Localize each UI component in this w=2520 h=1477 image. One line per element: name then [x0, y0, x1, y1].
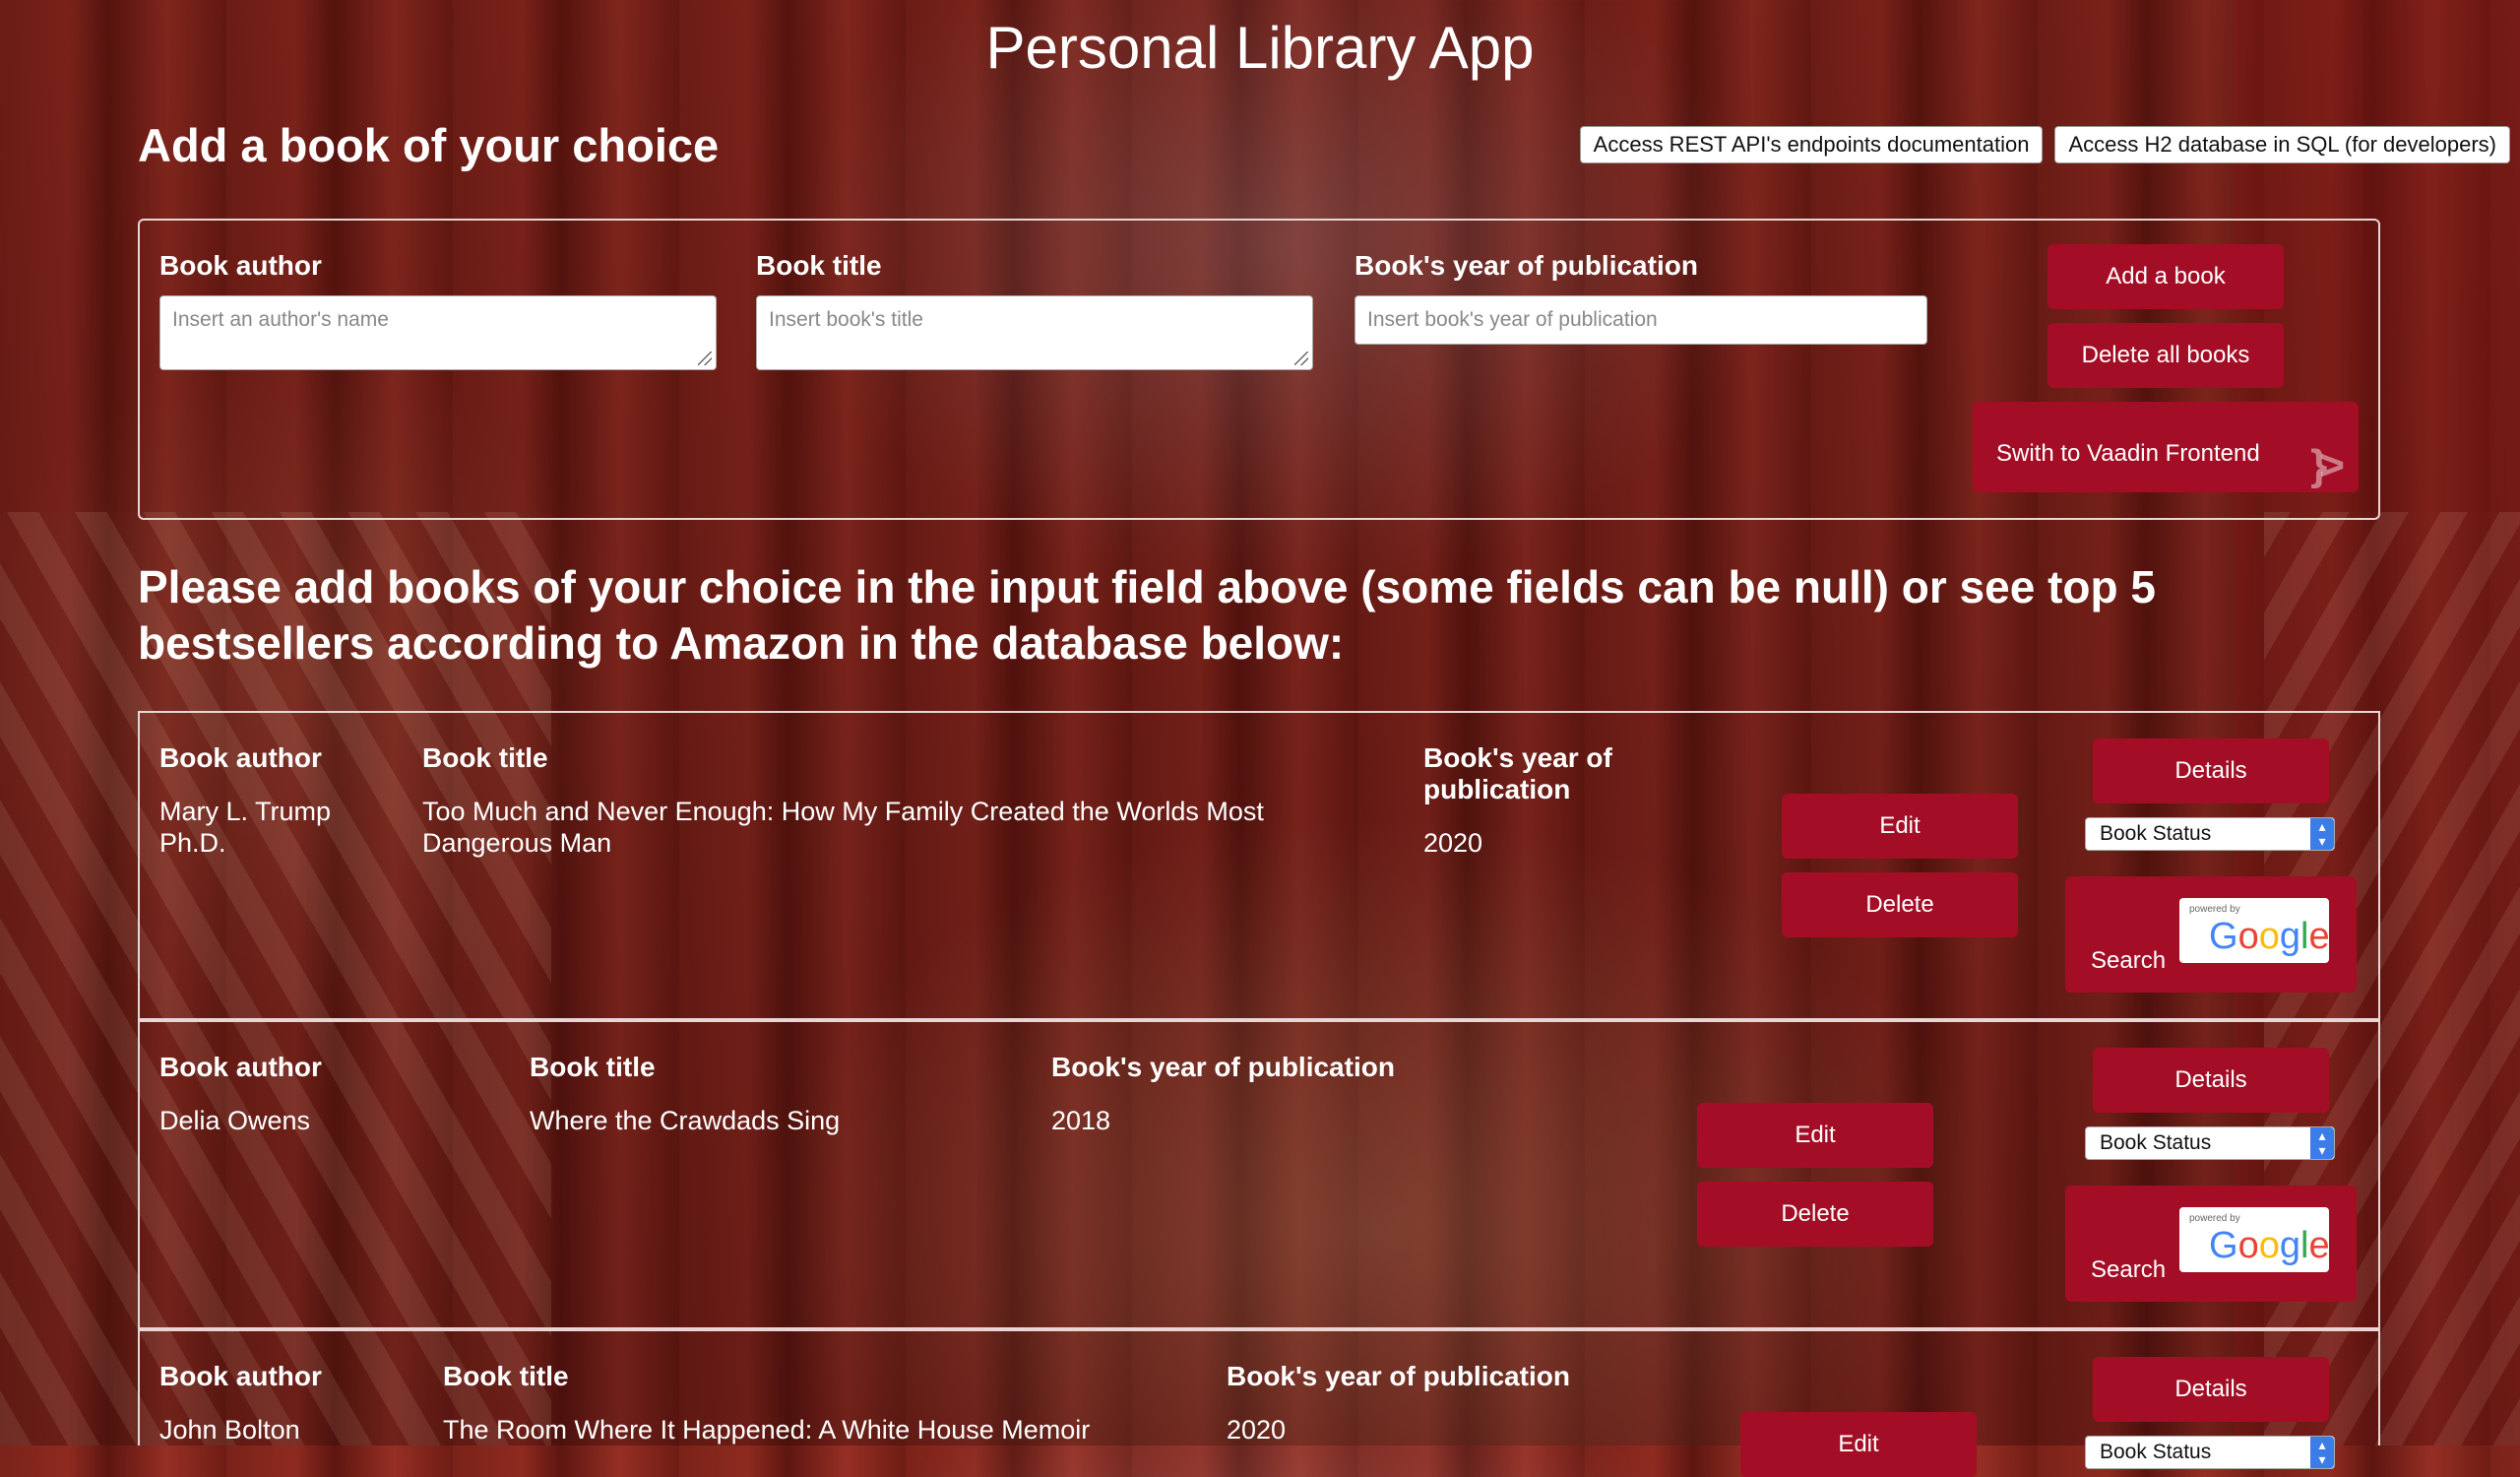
powered-by-text: powered by — [2189, 1213, 2240, 1224]
author-field-label: Book author — [159, 250, 322, 281]
edit-book-button[interactable]: Edit — [1740, 1412, 1977, 1477]
title-input[interactable]: Insert book's title — [756, 295, 1313, 370]
details-button[interactable]: Details — [2093, 1357, 2329, 1422]
google-search-button[interactable]: powered by Google Search — [2065, 1186, 2357, 1302]
resize-handle-icon[interactable] — [698, 352, 712, 365]
year-input[interactable]: Insert book's year of publication — [1354, 295, 1927, 345]
add-book-form: Book author Insert an author's name Book… — [138, 219, 2380, 520]
powered-by-google-badge: powered by Google — [2179, 1207, 2330, 1272]
book-status-select[interactable]: Book Status ▴ ▾ — [2085, 817, 2335, 851]
book-year-column: Book's year of publication 2020 — [1423, 742, 1670, 859]
book-status-value: Book Status — [2100, 1131, 2212, 1154]
book-author-label: Book author — [159, 1361, 322, 1391]
book-status-value: Book Status — [2100, 1441, 2212, 1463]
delete-book-button[interactable]: Delete — [1782, 872, 2018, 937]
book-author-column: Book author Delia Owens — [159, 1052, 455, 1136]
book-year-label: Book's year of publication — [1051, 1052, 1395, 1082]
book-year-value: 2018 — [1051, 1106, 1111, 1135]
add-book-heading: Add a book of your choice — [138, 119, 720, 171]
book-title-label: Book title — [443, 1361, 569, 1391]
intro-text: Please add books of your choice in the i… — [138, 561, 2156, 669]
details-button[interactable]: Details — [2093, 738, 2329, 803]
book-author-value: Mary L. Trump Ph.D. — [159, 797, 332, 858]
book-title-column: Book title The Room Where It Happened: A… — [443, 1361, 1221, 1445]
title-input-placeholder: Insert book's title — [769, 308, 923, 331]
title-field-label: Book title — [756, 250, 882, 281]
resize-handle-icon[interactable] — [1294, 352, 1308, 365]
google-search-button[interactable]: powered by Google Search — [2065, 876, 2357, 993]
book-status-value: Book Status — [2100, 822, 2212, 845]
search-label: Search — [2091, 947, 2167, 974]
author-input-placeholder: Insert an author's name — [172, 308, 389, 331]
book-author-label: Book author — [159, 742, 322, 773]
year-input-placeholder: Insert book's year of publication — [1367, 308, 1658, 331]
book-title-value: The Room Where It Happened: A White Hous… — [443, 1415, 1091, 1445]
book-title-value: Too Much and Never Enough: How My Family… — [422, 797, 1264, 858]
delete-book-button[interactable]: Delete — [1697, 1182, 1933, 1247]
rest-api-docs-link[interactable]: Access REST API's endpoints documentatio… — [1579, 126, 2044, 163]
author-input[interactable]: Insert an author's name — [159, 295, 717, 370]
app-title: Personal Library App — [985, 15, 1535, 81]
switch-to-vaadin-button[interactable]: Swith to Vaadin Frontend }> — [1973, 402, 2359, 492]
book-status-select[interactable]: Book Status ▴ ▾ — [2085, 1436, 2335, 1469]
book-title-label: Book title — [422, 742, 548, 773]
edit-book-button[interactable]: Edit — [1697, 1103, 1933, 1168]
developer-links: Access REST API's endpoints documentatio… — [1579, 126, 2510, 163]
book-row: Book author Mary L. Trump Ph.D. Book tit… — [138, 711, 2380, 1020]
year-field-label: Book's year of publication — [1354, 250, 1698, 281]
book-author-label: Book author — [159, 1052, 322, 1082]
year-field: Book's year of publication Insert book's… — [1354, 250, 1927, 345]
delete-all-books-button[interactable]: Delete all books — [2048, 323, 2284, 388]
book-author-column: Book author John Bolton — [159, 1361, 455, 1445]
select-arrows-icon: ▴ ▾ — [2310, 818, 2334, 850]
add-book-button[interactable]: Add a book — [2048, 244, 2284, 309]
search-label: Search — [2091, 1256, 2167, 1283]
switch-to-vaadin-label: Swith to Vaadin Frontend — [1996, 440, 2260, 467]
book-title-value: Where the Crawdads Sing — [530, 1106, 841, 1135]
book-year-label: Book's year of publication — [1227, 1361, 1570, 1391]
book-year-label: Book's year of publication — [1423, 742, 1612, 804]
book-row: Book author Delia Owens Book title Where… — [138, 1020, 2380, 1329]
book-author-value: John Bolton — [159, 1415, 300, 1445]
select-arrows-icon: ▴ ▾ — [2310, 1437, 2334, 1468]
edit-book-button[interactable]: Edit — [1782, 794, 2018, 859]
book-row: Book author John Bolton Book title The R… — [138, 1329, 2380, 1477]
book-year-value: 2020 — [1423, 828, 1483, 858]
book-title-label: Book title — [530, 1052, 656, 1082]
google-logo-icon: Google — [2209, 1225, 2330, 1266]
book-year-column: Book's year of publication 2020 — [1227, 1361, 1719, 1445]
book-title-column: Book title Where the Crawdads Sing — [530, 1052, 973, 1136]
book-author-value: Delia Owens — [159, 1106, 311, 1135]
book-title-column: Book title Too Much and Never Enough: Ho… — [422, 742, 1328, 859]
details-button[interactable]: Details — [2093, 1048, 2329, 1113]
select-arrows-icon: ▴ ▾ — [2310, 1127, 2334, 1159]
powered-by-google-badge: powered by Google — [2179, 898, 2330, 963]
book-status-select[interactable]: Book Status ▴ ▾ — [2085, 1126, 2335, 1160]
book-year-value: 2020 — [1227, 1415, 1287, 1445]
book-author-column: Book author Mary L. Trump Ph.D. — [159, 742, 376, 859]
google-logo-icon: Google — [2209, 916, 2330, 957]
h2-console-link[interactable]: Access H2 database in SQL (for developer… — [2054, 126, 2510, 163]
book-year-column: Book's year of publication 2018 — [1051, 1052, 1544, 1136]
vaadin-logo-icon: }> — [2310, 441, 2345, 489]
title-field: Book title Insert book's title — [756, 250, 1313, 370]
powered-by-text: powered by — [2189, 904, 2240, 915]
author-field: Book author Insert an author's name — [159, 250, 717, 370]
